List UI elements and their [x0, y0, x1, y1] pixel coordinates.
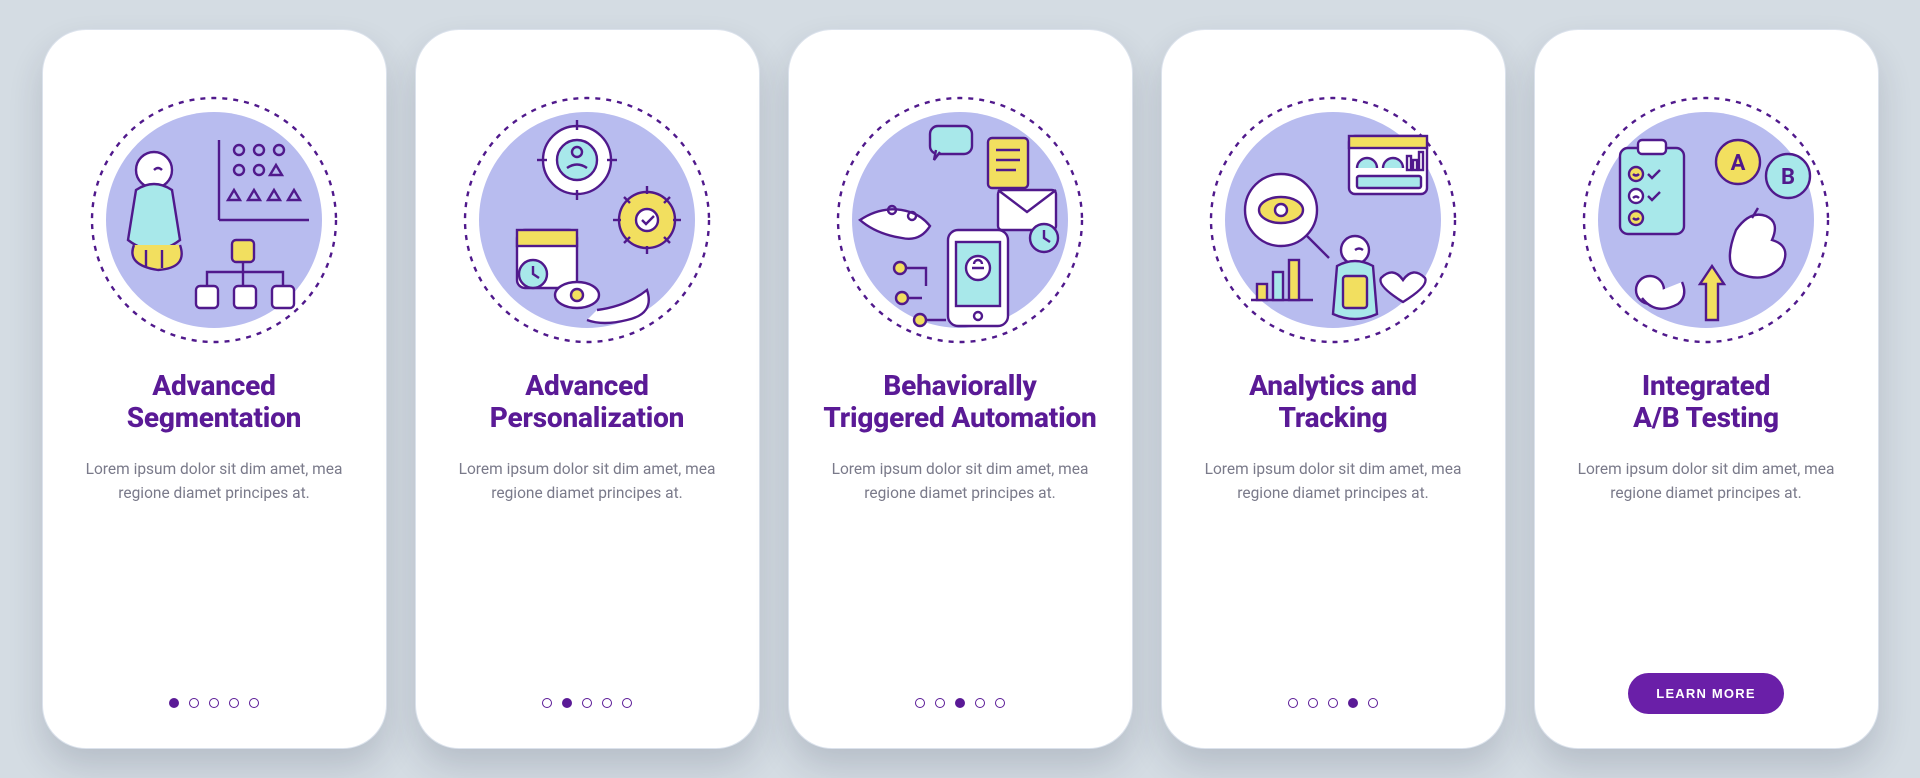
card-body: Lorem ipsum dolor sit dim amet, mea regi… [84, 458, 344, 505]
dot-5[interactable] [622, 698, 632, 708]
dot-5[interactable] [249, 698, 259, 708]
pagination-dots [915, 698, 1005, 708]
dot-3[interactable] [582, 698, 592, 708]
card-title: Advanced Segmentation [127, 370, 301, 434]
title-line-2: Triggered Automation [823, 401, 1096, 434]
title-line-1: Advanced [152, 369, 275, 402]
title-line-2: Segmentation [127, 401, 301, 434]
svg-text:A: A [1731, 151, 1746, 176]
title-line-1: Analytics and [1249, 369, 1417, 402]
learn-more-button[interactable]: LEARN MORE [1628, 673, 1783, 714]
title-line-2: Tracking [1278, 401, 1387, 434]
dot-1[interactable] [1288, 698, 1298, 708]
dot-4[interactable] [602, 698, 612, 708]
card-body: Lorem ipsum dolor sit dim amet, mea regi… [1576, 458, 1836, 505]
onboarding-card-4: Analytics and Tracking Lorem ipsum dolor… [1161, 29, 1506, 749]
svg-text:B: B [1781, 165, 1795, 190]
dot-2[interactable] [1308, 698, 1318, 708]
dot-3[interactable] [1328, 698, 1338, 708]
dot-3[interactable] [955, 698, 965, 708]
card-title: Integrated A/B Testing [1633, 370, 1779, 434]
title-line-2: Personalization [490, 401, 684, 434]
title-line-1: Behaviorally [883, 369, 1036, 402]
dot-3[interactable] [209, 698, 219, 708]
title-line-1: Integrated [1642, 369, 1770, 402]
card-body: Lorem ipsum dolor sit dim amet, mea regi… [1203, 458, 1463, 505]
card-title: Advanced Personalization [490, 370, 684, 434]
dot-5[interactable] [1368, 698, 1378, 708]
dot-4[interactable] [1348, 698, 1358, 708]
automation-icon [830, 90, 1090, 350]
title-line-2: A/B Testing [1633, 401, 1779, 434]
onboarding-card-2: Advanced Personalization Lorem ipsum dol… [415, 29, 760, 749]
card-title: Analytics and Tracking [1249, 370, 1417, 434]
dot-1[interactable] [542, 698, 552, 708]
personalization-icon [457, 90, 717, 350]
card-title: Behaviorally Triggered Automation [823, 370, 1096, 434]
dot-1[interactable] [915, 698, 925, 708]
card-body: Lorem ipsum dolor sit dim amet, mea regi… [457, 458, 717, 505]
dot-2[interactable] [562, 698, 572, 708]
dot-4[interactable] [975, 698, 985, 708]
dot-2[interactable] [189, 698, 199, 708]
dot-5[interactable] [995, 698, 1005, 708]
onboarding-card-3: Behaviorally Triggered Automation Lorem … [788, 29, 1133, 749]
title-line-1: Advanced [525, 369, 648, 402]
pagination-dots [169, 698, 259, 708]
dot-4[interactable] [229, 698, 239, 708]
ab-testing-icon: A B [1576, 90, 1836, 350]
segmentation-icon [84, 90, 344, 350]
pagination-dots [1288, 698, 1378, 708]
pagination-dots [542, 698, 632, 708]
onboarding-card-1: Advanced Segmentation Lorem ipsum dolor … [42, 29, 387, 749]
analytics-icon [1203, 90, 1463, 350]
dot-1[interactable] [169, 698, 179, 708]
onboarding-card-5: A B Integrated A/B Testing Lorem ipsum d… [1534, 29, 1879, 749]
dot-2[interactable] [935, 698, 945, 708]
card-body: Lorem ipsum dolor sit dim amet, mea regi… [830, 458, 1090, 505]
